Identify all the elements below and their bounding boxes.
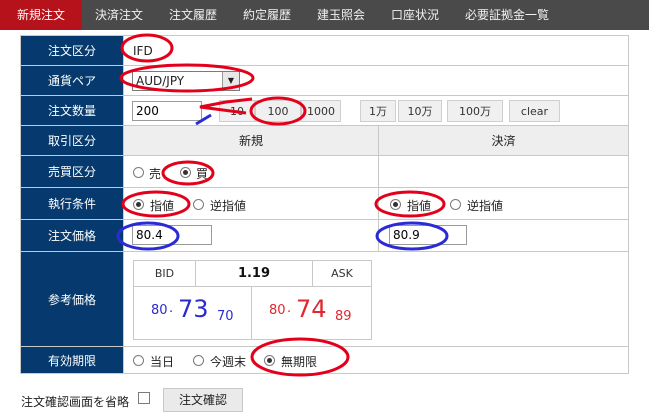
settle-stop-label: 逆指値 xyxy=(467,199,504,213)
ask-price-fraction: 89 xyxy=(335,309,352,324)
skip-confirm-checkbox[interactable] xyxy=(138,392,150,404)
validity-today-radio[interactable] xyxy=(133,355,144,366)
execution-label: 執行条件 xyxy=(21,188,124,219)
bid-price-major: 80 xyxy=(151,303,168,318)
ask-price-pips: 74 xyxy=(296,295,327,323)
trade-type-label: 取引区分 xyxy=(21,126,124,155)
price-board: BID 1.19 ASK 80 . 73 70 80 . 74 89 xyxy=(133,260,372,340)
sell-label: 売 xyxy=(149,167,162,181)
bid-price-fraction: 70 xyxy=(217,309,234,324)
side-new-cell xyxy=(124,156,379,187)
buy-label: 買 xyxy=(196,167,209,181)
qty-clear-button[interactable]: clear xyxy=(509,100,560,122)
skip-confirm-label: 注文確認画面を省略 xyxy=(21,395,130,409)
tab-required-margin[interactable]: 必要証拠金一覧 xyxy=(452,0,562,30)
qty-10k-button[interactable]: 1万 xyxy=(360,100,396,122)
validity-week-label: 今週末 xyxy=(210,355,247,369)
tab-order-history[interactable]: 注文履歴 xyxy=(156,0,230,30)
buy-radio[interactable] xyxy=(180,167,191,178)
ask-label: ASK xyxy=(313,261,371,287)
tab-bar: 新規注文 決済注文 注文履歴 約定履歴 建玉照会 口座状況 必要証拠金一覧 xyxy=(0,0,649,30)
quantity-input[interactable] xyxy=(132,101,202,121)
settle-limit-radio[interactable] xyxy=(390,199,401,210)
settle-price-input[interactable] xyxy=(389,225,467,245)
validity-none-radio[interactable] xyxy=(264,355,275,366)
price-label: 注文価格 xyxy=(21,220,124,251)
ask-price-dot: . xyxy=(287,301,292,316)
bid-label: BID xyxy=(134,261,196,287)
row-side: 売買区分 売 買 xyxy=(21,156,628,188)
new-stop-label: 逆指値 xyxy=(210,199,247,213)
qty-100k-button[interactable]: 10万 xyxy=(398,100,442,122)
currency-pair-label: 通貨ペア xyxy=(21,66,124,95)
tab-account-status[interactable]: 口座状況 xyxy=(378,0,452,30)
currency-pair-value: AUD/JPY xyxy=(136,74,185,88)
column-header-new: 新規 xyxy=(124,126,379,155)
tab-settlement-order[interactable]: 決済注文 xyxy=(82,0,156,30)
new-stop-radio[interactable] xyxy=(193,199,204,210)
bid-price-pips: 73 xyxy=(178,295,209,323)
row-price: 注文価格 xyxy=(21,220,628,252)
reference-price-label: 参考価格 xyxy=(21,252,124,346)
validity-none-label: 無期限 xyxy=(281,355,318,369)
settle-stop-radio[interactable] xyxy=(450,199,461,210)
column-header-settle: 決済 xyxy=(379,126,628,155)
qty-1m-button[interactable]: 100万 xyxy=(447,100,503,122)
spread-value: 1.19 xyxy=(196,261,313,287)
new-limit-radio[interactable] xyxy=(133,199,144,210)
row-currency-pair: 通貨ペア AUD/JPY ▼ xyxy=(21,66,628,96)
qty-10-button[interactable]: 10 xyxy=(219,100,255,122)
validity-today-label: 当日 xyxy=(150,355,175,369)
row-trade-type: 取引区分 新規 決済 xyxy=(21,126,628,156)
currency-pair-select[interactable]: AUD/JPY ▼ xyxy=(132,71,240,91)
bid-price-dot: . xyxy=(169,301,174,316)
tab-position-inquiry[interactable]: 建玉照会 xyxy=(304,0,378,30)
order-type-value: IFD xyxy=(133,44,153,58)
validity-label: 有効期限 xyxy=(21,347,124,373)
settle-limit-label: 指値 xyxy=(407,199,432,213)
row-order-type: 注文区分 IFD xyxy=(21,36,628,66)
ask-price-major: 80 xyxy=(269,303,286,318)
tab-execution-history[interactable]: 約定履歴 xyxy=(230,0,304,30)
qty-1000-button[interactable]: 1000 xyxy=(301,100,341,122)
row-reference-price: 参考価格 BID 1.19 ASK 80 . 73 70 80 . 74 89 xyxy=(21,252,628,347)
side-label: 売買区分 xyxy=(21,156,124,187)
new-price-input[interactable] xyxy=(132,225,212,245)
tab-new-order[interactable]: 新規注文 xyxy=(0,0,82,30)
row-execution: 執行条件 指値 逆指値 指値 逆指値 xyxy=(21,188,628,220)
quantity-label: 注文数量 xyxy=(21,96,124,125)
qty-100-button[interactable]: 100 xyxy=(255,100,301,122)
order-form: 注文区分 IFD 通貨ペア AUD/JPY ▼ 注文数量 10 100 1000… xyxy=(20,35,629,374)
row-validity: 有効期限 当日 今週末 無期限 xyxy=(21,347,628,373)
chevron-down-icon: ▼ xyxy=(222,72,239,90)
order-type-label: 注文区分 xyxy=(21,36,124,65)
confirm-order-button[interactable]: 注文確認 xyxy=(163,388,243,412)
new-limit-label: 指値 xyxy=(150,199,175,213)
row-quantity: 注文数量 10 100 1000 1万 10万 100万 clear xyxy=(21,96,628,126)
validity-week-radio[interactable] xyxy=(193,355,204,366)
sell-radio[interactable] xyxy=(133,167,144,178)
